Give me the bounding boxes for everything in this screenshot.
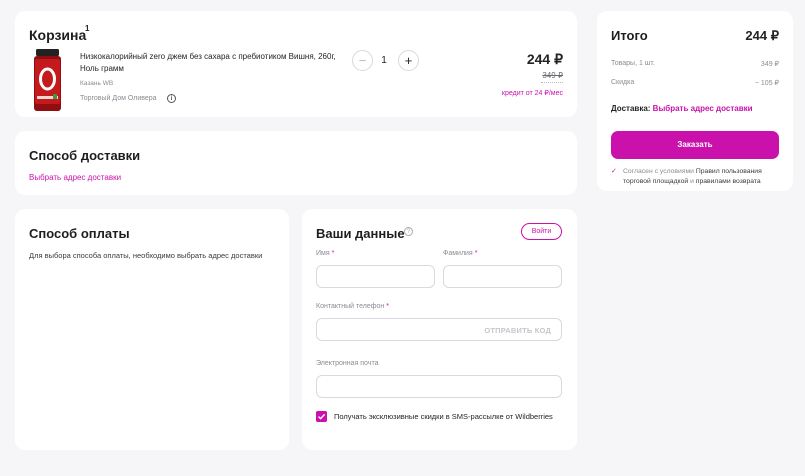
product-price: 244 ₽	[526, 51, 563, 67]
cart-card: Корзина 1 Низкокалорийный zero джем без …	[15, 11, 577, 117]
cart-count-badge: 1	[85, 24, 90, 33]
question-icon[interactable]: ?	[404, 227, 413, 236]
summary-goods-row: Товары, 1 шт. 349 ₽	[611, 60, 779, 68]
old-price-underline	[541, 82, 563, 83]
user-data-title: Ваши данные	[316, 226, 405, 241]
discount-label: Скидка	[611, 79, 635, 86]
summary-title: Итого	[611, 28, 648, 43]
product-name[interactable]: Низкокалорийный zero джем без сахара с п…	[80, 51, 350, 75]
product-seller[interactable]: Торговый Дом Оливера	[80, 95, 157, 102]
goods-value: 349 ₽	[760, 61, 779, 68]
payment-card: Способ оплаты Для выбора способа оплаты,…	[15, 209, 289, 450]
email-label: Электронная почта	[316, 360, 379, 367]
summary-delivery-label: Доставка:	[611, 104, 651, 113]
last-name-label: Фамилия *	[443, 250, 478, 257]
phone-field[interactable]: ОТПРАВИТЬ КОД	[316, 318, 562, 341]
first-name-label: Имя *	[316, 250, 335, 257]
choose-delivery-address-link[interactable]: Выбрать адрес доставки	[29, 173, 121, 182]
order-button[interactable]: Заказать	[611, 131, 779, 159]
info-icon[interactable]: i	[167, 94, 176, 103]
delivery-title: Способ доставки	[29, 148, 141, 163]
summary-discount-row: Скидка − 105 ₽	[611, 79, 779, 87]
cart-title: Корзина	[29, 27, 87, 43]
summary-choose-address-link[interactable]: Выбрать адрес доставки	[653, 104, 753, 113]
phone-label: Контактный телефон *	[316, 303, 389, 310]
returns-rules-link[interactable]: правилами возврата	[696, 178, 761, 185]
user-data-card: Ваши данные ? Войти Имя * Фамилия * Конт…	[302, 209, 577, 450]
payment-title: Способ оплаты	[29, 226, 130, 241]
sms-consent-label[interactable]: Получать эксклюзивные скидки в SMS-рассы…	[334, 411, 554, 422]
credit-link[interactable]: кредит от 24 ₽/мес	[502, 89, 563, 97]
product-old-price: 349 ₽	[542, 71, 563, 80]
summary-total: 244 ₽	[745, 28, 779, 43]
checkmark-icon: ✓	[611, 168, 617, 175]
email-field[interactable]	[316, 375, 562, 398]
first-name-field[interactable]	[316, 265, 435, 288]
delivery-card: Способ доставки Выбрать адрес доставки	[15, 131, 577, 195]
order-summary-card: Итого 244 ₽ Товары, 1 шт. 349 ₽ Скидка −…	[597, 11, 793, 191]
send-code-button[interactable]: ОТПРАВИТЬ КОД	[484, 326, 551, 335]
product-image[interactable]	[32, 49, 63, 117]
login-button[interactable]: Войти	[521, 223, 562, 240]
sms-consent-checkbox[interactable]	[316, 411, 327, 422]
quantity-decrease-button[interactable]: −	[352, 50, 373, 71]
discount-value: − 105 ₽	[754, 80, 779, 87]
product-warehouse: Казань WB	[80, 80, 114, 87]
payment-note: Для выбора способа оплаты, необходимо вы…	[29, 251, 263, 260]
quantity-increase-button[interactable]: +	[398, 50, 419, 71]
summary-delivery-line: Доставка: Выбрать адрес доставки	[611, 104, 753, 113]
terms-agreement: Согласен с условиями Правил пользования …	[623, 168, 762, 185]
quantity-value: 1	[381, 55, 387, 66]
goods-label: Товары, 1 шт.	[611, 60, 655, 67]
last-name-field[interactable]	[443, 265, 562, 288]
